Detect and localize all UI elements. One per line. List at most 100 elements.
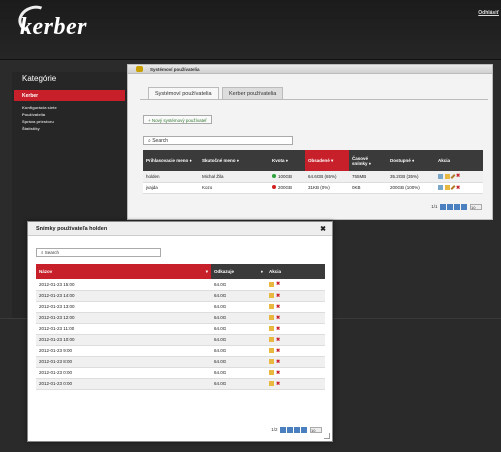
delete-icon[interactable]: ✖ <box>456 173 460 179</box>
browse-folder-icon[interactable] <box>269 304 274 309</box>
table-row[interactable]: 2012-01-23 8:00 64.0G ✖ <box>36 356 325 368</box>
table-row[interactable]: 2012-01-23 11:00 64.0G ✖ <box>36 323 325 335</box>
cell-actions: ✖ <box>266 312 325 324</box>
sidebar-item-storage[interactable]: Správa priestoru <box>22 119 54 124</box>
per-page-select[interactable]: 10 <box>310 427 322 433</box>
table-row[interactable]: 2012-01-23 0:00 64.0G ✖ <box>36 378 325 390</box>
sidebar-item-kerber[interactable]: Kerber <box>14 90 125 101</box>
table-row[interactable]: 2012-01-23 9:00 64.0G ✖ <box>36 345 325 357</box>
table-row[interactable]: 2012-01-23 15:00 64.0G ✖ <box>36 279 325 291</box>
browse-folder-icon[interactable] <box>269 326 274 331</box>
browse-folder-icon[interactable] <box>269 337 274 342</box>
cell-actions: ✖ <box>435 182 483 194</box>
cell-snapshot-name: 2012-01-23 11:00 <box>36 323 211 335</box>
delete-icon[interactable]: ✖ <box>276 304 280 310</box>
cell-snapshot-name: 2012-01-23 0:00 <box>36 367 211 379</box>
cell-actions: ✖ <box>266 367 325 379</box>
snapshots-search-input[interactable]: ⌕ Search <box>36 248 161 257</box>
snapshots-pager: 1/2 10 <box>271 427 322 433</box>
users-search-input[interactable]: ⌕ Search <box>143 136 293 145</box>
cell-actions: ✖ <box>266 290 325 302</box>
edit-icon[interactable] <box>450 185 456 190</box>
logout-link[interactable]: Odhlásiť <box>478 10 499 16</box>
cell-references: 64.0G <box>211 279 266 291</box>
col-quota[interactable]: Kvota ♦ <box>269 150 305 171</box>
delete-icon[interactable]: ✖ <box>456 185 460 191</box>
next-page-icon[interactable] <box>293 427 300 433</box>
tab-kerber-users[interactable]: Kerber používatelia <box>221 87 284 99</box>
resize-handle[interactable] <box>324 433 330 439</box>
dialog-title: Snímky používateľa holden <box>36 226 108 232</box>
first-page-icon[interactable] <box>279 427 286 433</box>
table-row[interactable]: 2012-01-23 12:00 64.0G ✖ <box>36 312 325 324</box>
table-row[interactable]: holden Michal Žila 100GB 64.6GB (65%) 75… <box>143 171 483 183</box>
delete-icon[interactable]: ✖ <box>276 293 280 299</box>
browse-folder-icon[interactable] <box>269 293 274 298</box>
table-row[interactable]: 2012-01-23 14:00 64.0G ✖ <box>36 290 325 302</box>
col-references[interactable]: Odkazuje ♦ <box>211 264 266 279</box>
cell-actions: ✖ <box>266 356 325 368</box>
browse-folder-icon[interactable] <box>269 348 274 353</box>
delete-icon[interactable]: ✖ <box>276 370 280 376</box>
col-snapshots[interactable]: Časové snímky ♦ <box>349 150 387 171</box>
details-icon[interactable] <box>438 173 443 179</box>
delete-icon[interactable]: ✖ <box>276 326 280 332</box>
prev-page-icon[interactable] <box>286 427 293 433</box>
browse-folder-icon[interactable] <box>269 281 274 287</box>
kerber-logo[interactable]: kerber <box>20 14 87 41</box>
dialog-title-bar: Snímky používateľa holden ✖ <box>28 222 332 236</box>
browse-folder-icon[interactable] <box>269 315 274 320</box>
table-header: Prihlasovacie meno ♦ Skutočné meno ♦ Kvo… <box>143 150 483 171</box>
last-page-icon[interactable] <box>460 204 467 210</box>
sidebar-item-users[interactable]: Používatelia <box>22 112 45 117</box>
per-page-select[interactable]: 10 <box>470 204 482 210</box>
browse-folder-icon[interactable] <box>269 370 274 375</box>
browse-folder-icon[interactable] <box>269 359 274 364</box>
last-page-icon[interactable] <box>300 427 307 433</box>
cell-used: 31KB (0%) <box>305 182 349 194</box>
delete-icon[interactable]: ✖ <box>276 337 280 343</box>
close-icon[interactable]: ✖ <box>320 225 326 233</box>
sidebar-item-stats[interactable]: Štatistiky <box>22 126 40 131</box>
tab-bar: Systémoví používatelia Kerber používatel… <box>148 87 285 99</box>
table-row[interactable]: 2012-01-23 13:00 64.0G ✖ <box>36 301 325 313</box>
cell-references: 64.0G <box>211 290 266 302</box>
delete-icon[interactable]: ✖ <box>276 381 280 387</box>
sidebar-item-network[interactable]: Konfigurácia siete <box>22 105 57 110</box>
cell-snapshots: 755MB <box>349 171 387 183</box>
cell-available: 200GB (100%) <box>387 182 435 194</box>
prev-page-icon[interactable] <box>446 204 453 210</box>
panel-title-bar: Systémoví používatelia <box>128 65 492 74</box>
browse-folder-icon[interactable] <box>269 381 274 386</box>
cell-references: 64.0G <box>211 323 266 335</box>
col-realname[interactable]: Skutočné meno ♦ <box>199 150 269 171</box>
cell-snapshot-name: 2012-01-23 15:00 <box>36 279 211 291</box>
edit-icon[interactable] <box>450 173 456 179</box>
details-icon[interactable] <box>438 185 443 190</box>
cell-actions: ✖ <box>266 301 325 313</box>
next-page-icon[interactable] <box>453 204 460 210</box>
delete-icon[interactable]: ✖ <box>276 281 280 287</box>
col-name[interactable]: Názov ▾ <box>36 264 211 279</box>
delete-icon[interactable]: ✖ <box>276 315 280 321</box>
delete-icon[interactable]: ✖ <box>276 348 280 354</box>
col-login[interactable]: Prihlasovacie meno ♦ <box>143 150 199 171</box>
table-row[interactable]: 2012-01-23 0:00 64.0G ✖ <box>36 367 325 379</box>
cell-snapshot-name: 2012-01-23 14:00 <box>36 290 211 302</box>
cell-actions: ✖ <box>435 171 483 183</box>
snapshots-folder-icon[interactable] <box>445 185 450 190</box>
snapshots-table: Názov ▾ Odkazuje ♦ Akcia 2012-01-23 15:0… <box>36 264 325 390</box>
table-row[interactable]: 2012-01-23 10:00 64.0G ✖ <box>36 334 325 346</box>
delete-icon[interactable]: ✖ <box>276 359 280 365</box>
first-page-icon[interactable] <box>439 204 446 210</box>
col-available[interactable]: Dostupné ♦ <box>387 150 435 171</box>
new-user-button[interactable]: + Nový systémový používateľ <box>143 115 212 124</box>
search-placeholder: Search <box>152 138 169 144</box>
snapshots-folder-icon[interactable] <box>445 173 450 179</box>
col-used[interactable]: Obsadené ▾ <box>305 150 349 171</box>
cell-quota: 200GB <box>269 182 305 194</box>
table-row[interactable]: jvajda Kozo 200GB 31KB (0%) 0KB 200GB (1… <box>143 182 483 194</box>
tab-system-users[interactable]: Systémoví používatelia <box>148 87 219 99</box>
cell-actions: ✖ <box>266 378 325 390</box>
cell-name: Kozo <box>199 182 269 194</box>
